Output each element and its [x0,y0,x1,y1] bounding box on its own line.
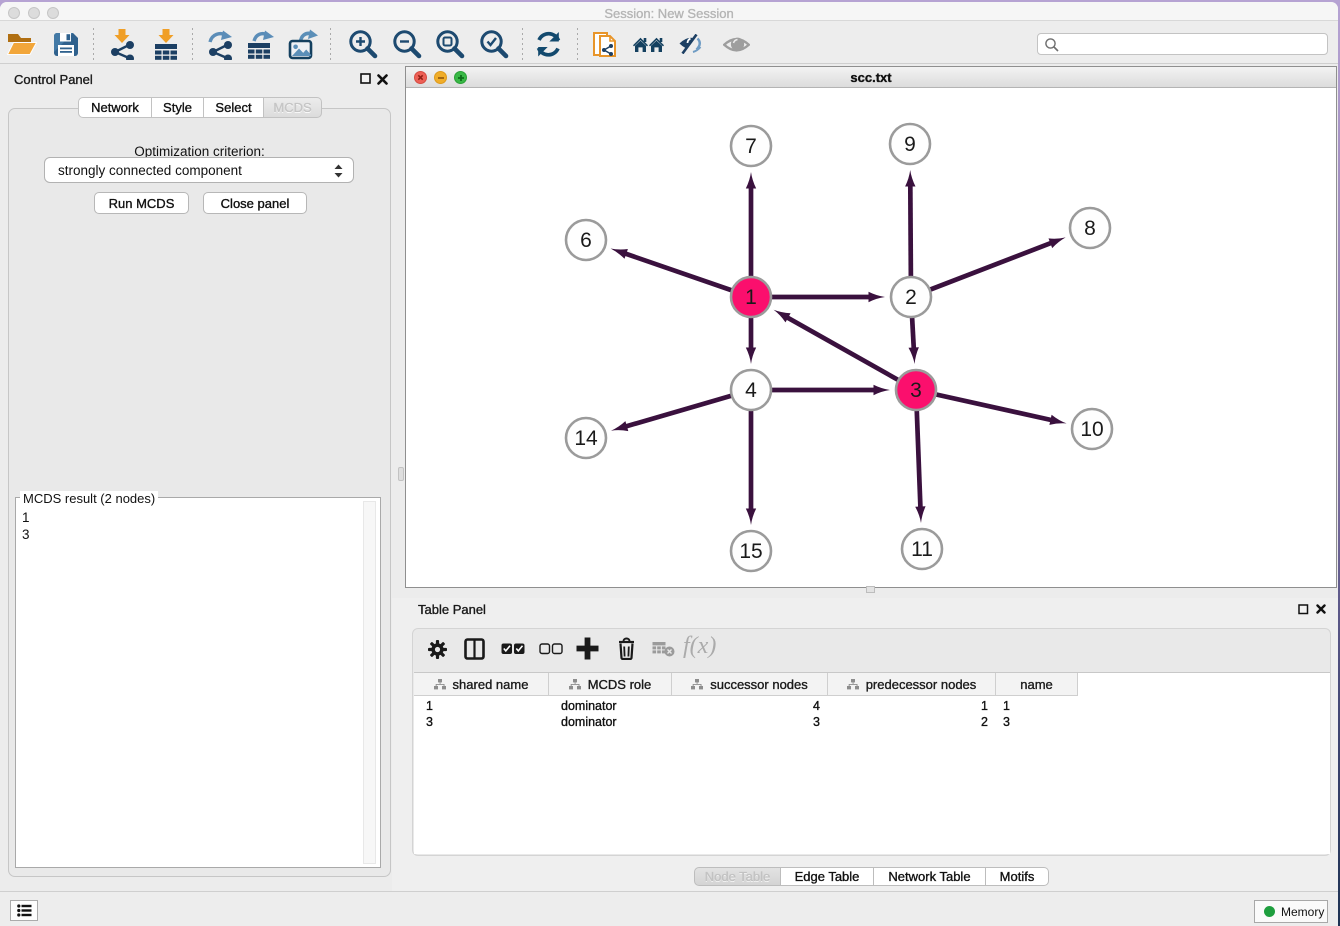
svg-text:15: 15 [739,540,762,563]
svg-text:6: 6 [580,229,592,252]
svg-text:1: 1 [745,286,757,309]
svg-text:2: 2 [905,286,917,309]
svg-text:3: 3 [910,379,922,402]
svg-text:14: 14 [574,427,598,450]
svg-text:9: 9 [904,133,916,156]
svg-text:11: 11 [911,538,933,561]
svg-text:8: 8 [1084,217,1096,240]
svg-text:4: 4 [745,379,757,402]
svg-text:7: 7 [745,135,757,158]
svg-text:10: 10 [1080,418,1103,441]
